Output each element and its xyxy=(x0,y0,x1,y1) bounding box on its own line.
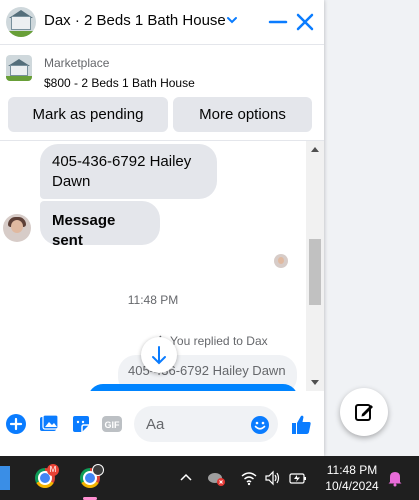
scroll-up-arrow[interactable] xyxy=(311,147,319,152)
plus-icon[interactable] xyxy=(5,413,27,435)
message-timestamp: 11:48 PM xyxy=(127,293,179,307)
outgoing-message[interactable] xyxy=(88,384,298,391)
more-options-button[interactable]: More options xyxy=(173,97,312,132)
message-thread[interactable]: 405-436-6792 Hailey Dawn Message sent 11… xyxy=(0,141,306,391)
message-composer: GIF Aa xyxy=(0,391,324,456)
sticker-icon[interactable] xyxy=(70,413,92,435)
thumbs-up-icon[interactable] xyxy=(290,413,314,442)
new-message-button[interactable] xyxy=(340,388,388,436)
listing-price-title: $800 - 2 Beds 1 Bath House xyxy=(44,76,195,90)
sender-avatar[interactable] xyxy=(3,214,31,242)
compose-icon xyxy=(355,404,373,421)
arrow-down-icon xyxy=(152,346,166,365)
windows-taskbar: M 11:48 PM 10/4/2024 xyxy=(0,456,419,500)
listing-avatar[interactable] xyxy=(6,7,36,37)
marketplace-label: Marketplace xyxy=(44,56,110,70)
taskbar-clock[interactable]: 11:48 PM 10/4/2024 xyxy=(322,462,382,494)
chrome-profile-badge: M xyxy=(47,464,59,476)
incoming-message[interactable]: Message sent xyxy=(40,201,160,249)
message-input-placeholder: Aa xyxy=(146,415,165,433)
chat-title[interactable]: Dax · 2 Beds 1 Bath House xyxy=(44,12,226,29)
minimize-icon[interactable] xyxy=(266,10,290,34)
wifi-icon[interactable] xyxy=(240,469,258,487)
messenger-chat-window: Dax · 2 Beds 1 Bath House Marketplace $8… xyxy=(0,0,324,456)
gif-icon[interactable]: GIF xyxy=(101,413,123,435)
photo-icon[interactable] xyxy=(38,413,60,435)
clock-time: 11:48 PM xyxy=(326,463,378,477)
listing-thumbnail xyxy=(6,55,32,81)
clock-date: 10/4/2024 xyxy=(325,479,379,493)
network-error-icon[interactable] xyxy=(206,469,225,487)
chrome-profile-app-icon[interactable] xyxy=(73,461,107,500)
battery-icon[interactable] xyxy=(288,469,306,487)
mark-as-pending-button[interactable]: Mark as pending xyxy=(8,97,168,132)
chat-header: Dax · 2 Beds 1 Bath House xyxy=(0,0,324,45)
marketplace-listing[interactable]: Marketplace $800 - 2 Beds 1 Bath House xyxy=(0,45,324,97)
scrollbar-thumb[interactable] xyxy=(309,239,321,305)
scroll-to-bottom-button[interactable] xyxy=(141,337,177,373)
chevron-up-icon[interactable] xyxy=(177,469,195,487)
scrollbar[interactable] xyxy=(306,141,324,391)
chevron-down-icon[interactable] xyxy=(226,13,238,31)
seen-indicator-avatar xyxy=(274,254,288,268)
volume-icon[interactable] xyxy=(264,469,282,487)
notification-bell-icon[interactable] xyxy=(386,469,404,487)
close-icon[interactable] xyxy=(293,10,317,34)
reply-note-text: You replied to Dax xyxy=(170,334,268,348)
profile-badge xyxy=(92,464,104,476)
chrome-app-icon[interactable]: M xyxy=(28,461,62,495)
reply-note: You replied to Dax xyxy=(156,334,268,348)
scroll-down-arrow[interactable] xyxy=(311,380,319,385)
taskbar-left-edge[interactable] xyxy=(0,466,10,490)
incoming-message[interactable]: 405-436-6792 Hailey Dawn xyxy=(40,144,217,199)
svg-text:GIF: GIF xyxy=(105,420,121,430)
emoji-icon[interactable] xyxy=(250,415,270,440)
